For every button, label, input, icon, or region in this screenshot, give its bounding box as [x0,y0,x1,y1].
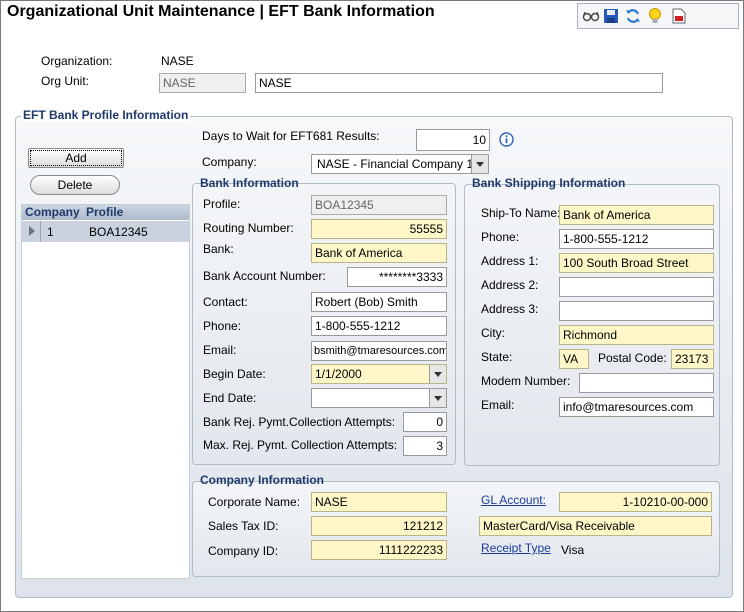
begin-date-value: 1/1/2000 [315,367,362,381]
glasses-icon[interactable] [582,7,600,25]
sales-tax-id-field[interactable]: 121212 [311,516,447,536]
corporate-name-label: Corporate Name: [208,495,301,509]
modem-number-field[interactable] [579,373,714,393]
receipt-type-value: Visa [561,543,585,557]
gl-account-field[interactable]: 1-10210-00-000 [559,492,712,512]
bank-account-number-label: Bank Account Number: [203,269,326,283]
chevron-down-icon[interactable] [471,155,488,173]
column-header-company[interactable]: Company [25,205,80,219]
column-header-profile[interactable]: Profile [86,205,123,219]
company-select[interactable]: NASE - Financial Company 1 [311,154,489,174]
address-1-field[interactable]: 100 South Broad Street [559,253,714,273]
address-3-label: Address 3: [481,302,539,316]
address-2-field[interactable] [559,277,714,297]
city-label: City: [481,326,505,340]
company-id-label: Company ID: [208,544,279,558]
end-date-select[interactable] [311,388,447,408]
contact-label: Contact: [203,295,248,309]
organization-label: Organization: [41,54,113,68]
organization-value: NASE [161,54,194,68]
profile-label: Profile: [203,197,241,211]
lightbulb-icon[interactable] [646,7,664,25]
shipping-phone-label: Phone: [481,230,520,244]
contact-field[interactable]: Robert (Bob) Smith [311,292,447,312]
phone-field[interactable]: 1-800-555-1212 [311,316,447,336]
email-field[interactable]: bsmith@tmaresources.com [311,341,447,361]
shipping-email-label: Email: [481,398,515,412]
save-icon[interactable] [602,7,620,25]
gl-account-description: MasterCard/Visa Receivable [479,516,712,536]
profile-field: BOA12345 [311,195,447,215]
delete-button[interactable]: Delete [30,175,120,195]
phone-label: Phone: [203,319,242,333]
org-unit-name-field[interactable]: NASE [255,73,663,93]
org-unit-code-field: NASE [159,73,246,93]
company-information-legend: Company Information [200,473,325,487]
ship-to-name-label: Ship-To Name: [481,206,561,220]
report-icon[interactable] [670,7,688,25]
days-wait-label: Days to Wait for EFT681 Results: [202,129,380,143]
address-3-field[interactable] [559,301,714,321]
bank-field[interactable]: Bank of America [311,243,447,263]
shipping-email-field[interactable]: info@tmaresources.com [559,397,714,417]
max-rej-attempts-field[interactable]: 3 [403,436,447,456]
gl-account-link[interactable]: GL Account: [481,493,546,507]
row-profile: BOA12345 [89,225,148,239]
corporate-name-field[interactable]: NASE [311,492,447,512]
row-selector-icon [29,225,35,239]
routing-number-label: Routing Number: [203,221,294,235]
city-field[interactable]: Richmond [559,325,714,345]
postal-code-label: Postal Code: [598,351,667,365]
receipt-type-link[interactable]: Receipt Type [481,541,551,555]
window-frame: Organizational Unit Maintenance | EFT Ba… [0,0,744,612]
profile-list: Company Profile 1 BOA12345 [21,204,190,579]
ship-to-name-field[interactable]: Bank of America [559,205,714,225]
address-2-label: Address 2: [481,278,539,292]
routing-number-field[interactable]: 55555 [311,219,447,239]
bank-label: Bank: [203,242,234,256]
bank-shipping-legend: Bank Shipping Information [472,176,626,190]
row-company: 1 [47,225,54,239]
begin-date-label: Begin Date: [203,367,266,381]
shipping-phone-field[interactable]: 1-800-555-1212 [559,229,714,249]
days-wait-field[interactable]: 10 [416,129,490,151]
email-label: Email: [203,343,237,357]
address-1-label: Address 1: [481,254,539,268]
add-button[interactable]: Add [28,148,124,168]
state-field[interactable]: VA [559,349,589,369]
postal-code-field[interactable]: 23173 [671,349,714,369]
info-icon[interactable] [499,132,514,150]
max-rej-attempts-label: Max. Rej. Pymt. Collection Attempts: [203,438,398,452]
bank-rej-attempts-label: Bank Rej. Pymt.Collection Attempts: [203,415,396,429]
chevron-down-icon[interactable] [429,389,446,407]
bank-rej-attempts-field[interactable]: 0 [403,412,447,432]
page-title: Organizational Unit Maintenance | EFT Ba… [7,3,435,20]
begin-date-select[interactable]: 1/1/2000 [311,364,447,384]
sales-tax-id-label: Sales Tax ID: [208,519,279,533]
bank-account-number-field[interactable]: ********3333 [347,267,447,287]
company-label: Company: [202,155,257,169]
org-unit-label: Org Unit: [41,74,90,88]
end-date-label: End Date: [203,391,257,405]
refresh-icon[interactable] [624,7,642,25]
state-label: State: [481,350,513,364]
bank-information-legend: Bank Information [200,176,299,190]
table-row[interactable]: 1 BOA12345 [22,221,189,242]
modem-number-label: Modem Number: [481,374,571,388]
company-id-field[interactable]: 1111222233 [311,540,447,560]
toolbar [577,3,739,29]
chevron-down-icon[interactable] [429,365,446,383]
profile-list-header: Company Profile [22,205,189,220]
company-select-value: NASE - Financial Company 1 [317,157,474,171]
eft-bank-profile-legend: EFT Bank Profile Information [21,108,191,122]
